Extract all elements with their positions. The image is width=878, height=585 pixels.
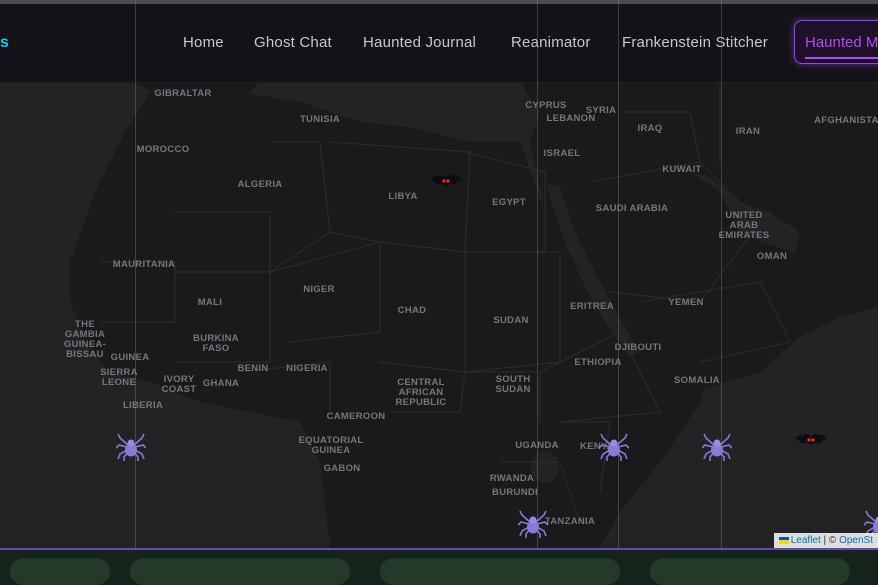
country-label-iraq: IRAQ (637, 123, 663, 134)
spider-icon (518, 510, 548, 538)
vertical-divider (618, 0, 619, 548)
country-label-saudi-arabia: SAUDI ARABIA (595, 203, 669, 214)
country-label-djibouti: DJIBOUTI (614, 342, 662, 353)
country-label-israel: ISRAEL (543, 148, 581, 159)
vertical-divider (721, 0, 722, 548)
country-label-burundi: BURUNDI (492, 487, 538, 498)
country-label-kuwait: KUWAIT (662, 164, 702, 175)
leaflet-link[interactable]: Leaflet (791, 535, 821, 546)
country-label-cyprus: CYPRUS (525, 100, 567, 111)
country-label-iran: IRAN (735, 126, 761, 137)
country-label-uae: UNITED ARAB EMIRATES (718, 210, 770, 241)
blurred-content (650, 558, 850, 585)
blurred-content (10, 558, 110, 585)
openstreetmap-link[interactable]: OpenSt (839, 535, 873, 546)
country-label-eritrea: ERITREA (570, 301, 614, 312)
country-label-niger: NIGER (303, 284, 335, 295)
country-label-libya: LIBYA (388, 191, 418, 202)
brand-logo-fragment[interactable]: s (0, 34, 9, 52)
country-label-algeria: ALGERIA (237, 179, 283, 190)
country-label-syria: SYRIA (585, 105, 617, 116)
country-label-guinea: GUINEA (110, 352, 150, 363)
haunted-map[interactable]: GIBRALTAR TUNISIA MOROCCO ALGERIA LIBYA … (0, 82, 878, 548)
map-basemap (70, 82, 878, 548)
country-label-sierra-leone: SIERRA LEONE (100, 367, 138, 388)
country-label-gambia-guinea-bissau: THE GAMBIA GUINEA- BISSAU (63, 319, 107, 360)
map-attribution: Leaflet | © OpenSt (773, 533, 878, 548)
country-label-equatorial-guinea: EQUATORIAL GUINEA (298, 435, 364, 456)
country-label-rwanda: RWANDA (489, 473, 535, 484)
country-label-ivory-coast: IVORY COAST (161, 374, 197, 395)
country-label-burkina-faso: BURKINA FASO (193, 333, 239, 354)
country-label-morocco: MOROCCO (136, 144, 190, 155)
country-label-sudan: SUDAN (493, 315, 529, 326)
country-label-central-african-republic: CENTRAL AFRICAN REPUBLIC (395, 377, 447, 408)
country-label-gabon: GABON (323, 463, 361, 474)
country-label-cameroon: CAMEROON (326, 411, 386, 422)
country-label-benin: BENIN (237, 363, 269, 374)
nav-link-ghost-chat[interactable]: Ghost Chat (254, 34, 332, 51)
country-label-gibraltar: GIBRALTAR (154, 88, 212, 99)
country-label-tunisia: TUNISIA (299, 114, 341, 125)
bottom-panel (0, 548, 878, 585)
country-label-yemen: YEMEN (668, 297, 704, 308)
lake-victoria (531, 451, 559, 483)
blurred-content (130, 558, 350, 585)
spider-icon (116, 433, 146, 461)
country-label-somalia: SOMALIA (674, 375, 720, 386)
ukraine-flag-icon (778, 536, 789, 544)
country-label-ethiopia: ETHIOPIA (574, 357, 622, 368)
nav-link-haunted-journal[interactable]: Haunted Journal (363, 34, 476, 51)
country-label-nigeria: NIGERIA (286, 363, 328, 374)
bat-icon (795, 433, 827, 445)
country-label-south-sudan: SOUTH SUDAN (495, 374, 531, 395)
attribution-separator: | © (820, 535, 840, 546)
bat-icon (430, 174, 462, 186)
country-label-egypt: EGYPT (492, 197, 526, 208)
country-label-tanzania: TANZANIA (544, 516, 596, 527)
vertical-divider (135, 0, 136, 548)
active-nav-label: Haunted M (805, 34, 878, 51)
country-label-ghana: GHANA (202, 378, 240, 389)
nav-link-reanimator[interactable]: Reanimator (511, 34, 591, 51)
country-label-chad: CHAD (397, 305, 427, 316)
nav-link-home[interactable]: Home (183, 34, 224, 51)
spider-icon (599, 433, 629, 461)
country-label-afghanistan: AFGHANISTAN (814, 115, 878, 126)
nav-link-frankenstein-stitcher[interactable]: Frankenstein Stitcher (622, 34, 768, 51)
country-label-mauritania: MAURITANIA (112, 259, 176, 270)
blurred-content (380, 558, 620, 585)
nav-link-haunted-map-active[interactable]: Haunted M (794, 20, 878, 64)
country-label-oman: OMAN (756, 251, 788, 262)
active-nav-underline (805, 57, 878, 59)
country-label-mali: MALI (197, 297, 223, 308)
navbar: s Home Ghost Chat Haunted Journal Reanim… (0, 4, 878, 83)
spider-icon (702, 433, 732, 461)
bottom-panel-edge (0, 548, 878, 550)
country-label-liberia: LIBERIA (122, 400, 164, 411)
vertical-divider (537, 0, 538, 548)
